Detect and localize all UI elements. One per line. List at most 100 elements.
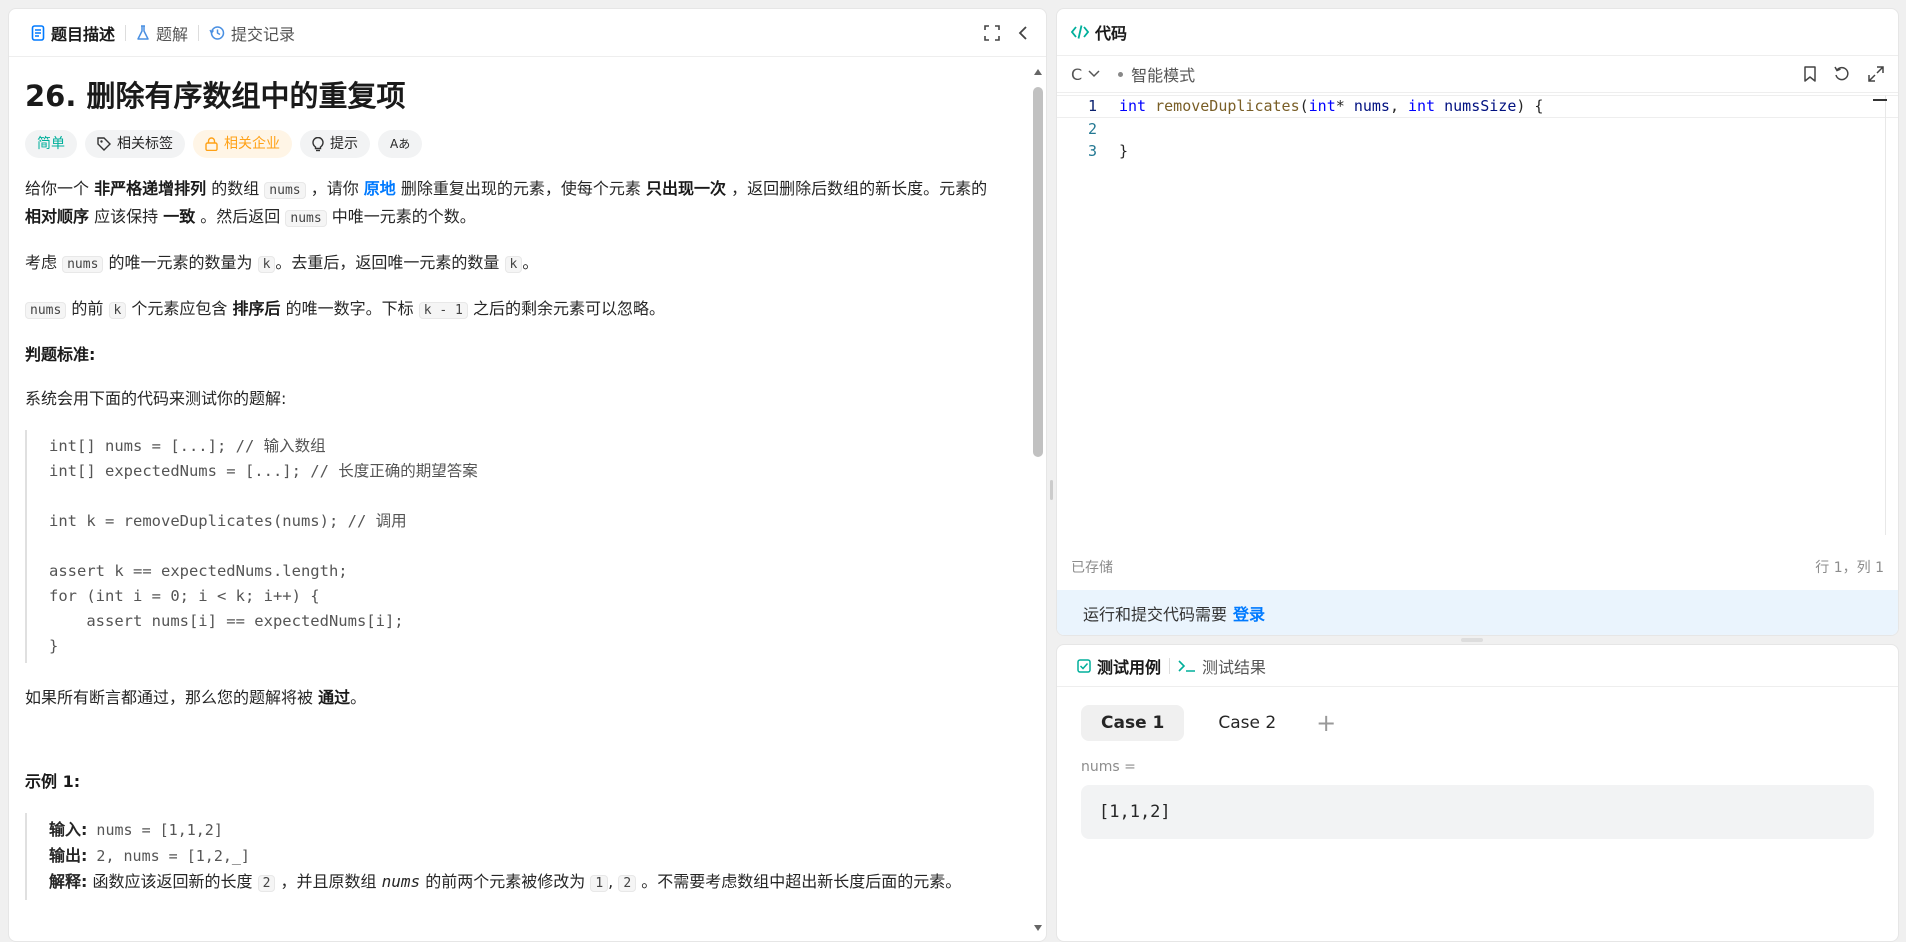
tab-submissions[interactable]: 提交记录 (201, 9, 303, 56)
problem-title: 26. 删除有序数组中的重复项 (25, 79, 406, 113)
text: 的唯一数字。下标 (280, 299, 419, 318)
judge-heading: 判题标准: (25, 342, 1008, 368)
inline-code: k (108, 302, 127, 319)
param: numsSize (1444, 97, 1517, 116)
case-list: Case 1 Case 2 + (1057, 687, 1898, 741)
editor-status-bar: 已存储 行 1，列 1 (1071, 557, 1884, 577)
login-link[interactable]: 登录 (1233, 601, 1265, 625)
example-heading-text: 示例 1: (25, 772, 81, 791)
editor-scrollbar[interactable] (1873, 95, 1887, 535)
scroll-up-arrow-icon[interactable] (1034, 69, 1042, 75)
bookmark-icon[interactable] (1804, 66, 1816, 82)
problem-badges: 简单 相关标签 相关企业 提示 Aあ (25, 130, 1008, 158)
hint-label: 提示 (330, 136, 358, 152)
code-line[interactable]: 3 } (1057, 140, 1898, 163)
mode-dot-icon (1118, 71, 1124, 77)
collapse-chevron-icon[interactable] (1018, 25, 1028, 41)
problem-panel: 题目描述 题解 提交记录 26. 删除有序数组中的重复项 简单 相关标签 相关企… (8, 8, 1047, 942)
login-prompt: 运行和提交代码需要 (1083, 605, 1228, 624)
case-tab-1[interactable]: Case 1 (1081, 705, 1185, 741)
bold-text: 相对顺序 (25, 207, 90, 226)
hint-badge[interactable]: 提示 (300, 130, 370, 158)
text: 的前 (66, 299, 109, 318)
testcase-input[interactable]: [1,1,2] (1081, 785, 1874, 839)
expand-icon[interactable] (1868, 66, 1884, 82)
judge-heading-text: 判题标准: (25, 345, 96, 364)
text: 个元素应包含 (126, 299, 233, 318)
tab-solutions-label: 题解 (156, 24, 189, 44)
tags-label: 相关标签 (117, 136, 173, 152)
tag-icon (97, 137, 111, 151)
tab-description-label: 题目描述 (51, 24, 116, 44)
function-name: removeDuplicates (1155, 97, 1300, 116)
text: ，请你 (305, 179, 364, 198)
flask-icon (136, 24, 150, 41)
keyword: int (1308, 97, 1336, 116)
tab-solutions[interactable]: 题解 (128, 9, 196, 56)
inline-code: 2 (618, 875, 637, 892)
text: 。 (522, 253, 539, 272)
explain-label: 解释: (49, 872, 88, 891)
text: 给你一个 (25, 179, 95, 198)
tab-testcases[interactable]: 测试用例 (1071, 654, 1167, 678)
in-place-link[interactable]: 原地 (364, 179, 396, 198)
difficulty-badge[interactable]: 简单 (25, 130, 77, 158)
tab-description[interactable]: 题目描述 (23, 9, 123, 56)
chevron-down-icon (1088, 70, 1100, 78)
difficulty-label: 简单 (37, 136, 65, 152)
bold-text: 非严格递增排列 (94, 179, 207, 198)
example-explain-row: 解释: 函数应该返回新的长度 2 ，并且原数组 nums 的前两个元素被修改为 … (49, 869, 1008, 896)
tab-test-result[interactable]: 测试结果 (1172, 654, 1272, 678)
case-tab-2[interactable]: Case 2 (1198, 705, 1296, 741)
tab-divider (125, 24, 127, 41)
language-select[interactable]: C (1071, 65, 1100, 84)
code-line[interactable]: 1 int removeDuplicates(int* nums, int nu… (1057, 95, 1898, 118)
text: 。然后返回 (195, 207, 286, 226)
text: 中唯一元素的个数。 (326, 207, 476, 226)
param: nums (1353, 97, 1390, 116)
company-badge[interactable]: 相关企业 (193, 130, 292, 158)
tags-badge[interactable]: 相关标签 (85, 130, 185, 158)
inline-code: nums (62, 256, 104, 273)
bold-text: 排序后 (232, 299, 281, 318)
scrollbar-thumb[interactable] (1033, 87, 1043, 457)
text: 的前两个元素被修改为 (420, 872, 591, 891)
fullscreen-icon[interactable] (984, 24, 1000, 41)
inline-code: k (257, 256, 276, 273)
text: ，返回删除后数组的新长度。元素的 (726, 179, 988, 198)
text: , (608, 872, 619, 891)
reset-icon[interactable] (1834, 66, 1850, 82)
problem-scrollbar[interactable] (1032, 69, 1043, 931)
output-value: 2, nums = [1,2,_] (87, 847, 250, 865)
punct: ) { (1516, 97, 1544, 116)
code-editor[interactable]: 1 int removeDuplicates(int* nums, int nu… (1057, 95, 1898, 541)
tab-submissions-label: 提交记录 (231, 24, 296, 44)
input-label: nums = (1081, 759, 1136, 775)
vertical-resize-handle[interactable] (1461, 638, 1483, 642)
terminal-icon (1178, 659, 1196, 673)
line-text[interactable]: int removeDuplicates(int* nums, int nums… (1097, 97, 1543, 115)
smart-mode-toggle[interactable]: 智能模式 (1118, 62, 1195, 86)
output-label: 输出: (49, 846, 88, 865)
add-case-icon[interactable]: + (1310, 709, 1336, 737)
code-line[interactable]: 2 (1057, 118, 1898, 141)
lock-icon (205, 137, 218, 151)
text: 应该保持 (89, 207, 164, 226)
code-icon (1071, 24, 1089, 40)
editor-toolbar: C 智能模式 (1057, 55, 1898, 93)
line-text[interactable]: } (1097, 142, 1128, 160)
code-panel-header: 代码 (1057, 9, 1898, 55)
problem-content: 26. 删除有序数组中的重复项 简单 相关标签 相关企业 提示 Aあ 给你一个 … (9, 58, 1024, 941)
saved-status: 已存储 (1071, 560, 1113, 576)
tab-test-result-label: 测试结果 (1202, 657, 1267, 677)
text: 考虑 (25, 253, 63, 272)
inline-code: k (504, 256, 523, 273)
translate-badge[interactable]: Aあ (378, 130, 423, 158)
punct: ( (1299, 97, 1309, 116)
description-paragraph-3: nums 的前 k 个元素应包含 排序后 的唯一数字。下标 k - 1 之后的剩… (25, 296, 1008, 324)
text: 的唯一元素的数量为 (103, 253, 258, 272)
panel-splitter[interactable] (1050, 480, 1053, 500)
document-icon (31, 24, 45, 41)
bold-text: 一致 (163, 207, 196, 226)
scroll-down-arrow-icon[interactable] (1034, 925, 1042, 931)
